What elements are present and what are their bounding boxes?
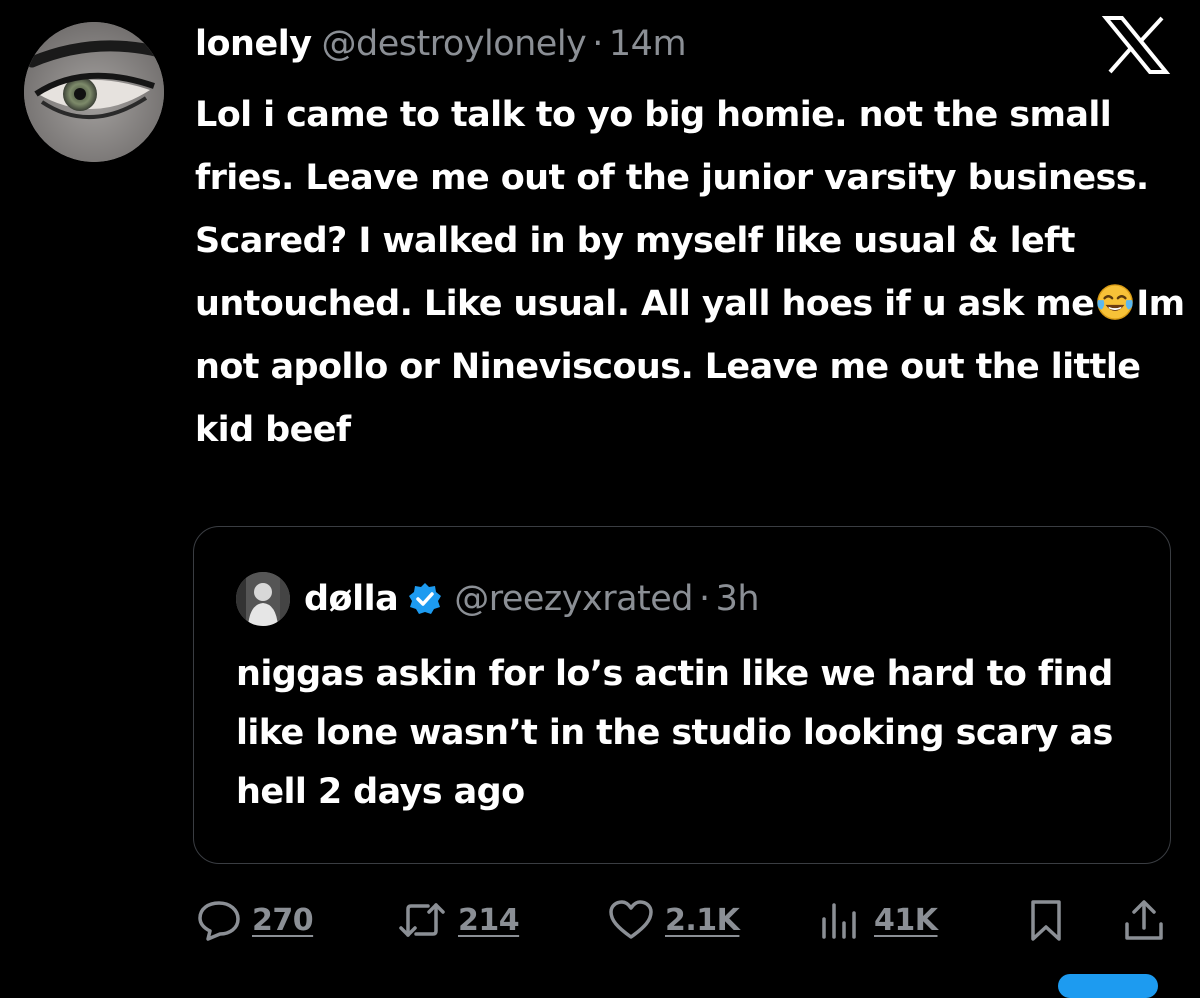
author-handle[interactable]: @destroylonely	[322, 24, 587, 64]
bar-chart-icon	[822, 903, 856, 939]
post-timestamp[interactable]: 14m	[609, 24, 687, 64]
author-name[interactable]: lonely	[195, 24, 312, 64]
face-with-tears-of-joy-icon	[1097, 284, 1134, 320]
bookmark-icon[interactable]	[1024, 898, 1068, 942]
action-bar: 270 214 2.1K 41K	[0, 895, 1200, 945]
heart-icon	[609, 900, 653, 939]
repost-count: 214	[458, 902, 520, 938]
quoted-author-avatar	[236, 572, 290, 626]
quoted-author-name: døllа	[304, 579, 399, 619]
speech-bubble-icon	[198, 901, 240, 941]
post-text-part-1: Lol i came to talk to yo big homie. not …	[195, 95, 1149, 324]
share-upload-icon[interactable]	[1122, 898, 1166, 942]
avatar-eye-image	[24, 22, 164, 162]
quoted-post-text: niggas askin for lo’s actin like we hard…	[236, 654, 1113, 812]
repost-button[interactable]: 214	[396, 895, 520, 945]
quoted-header-separator: ·	[699, 579, 710, 619]
reply-button[interactable]: 270	[196, 895, 314, 945]
quoted-post-header: døllа @reezyxrated · 3h	[236, 571, 760, 627]
post-text: Lol i came to talk to yo big homie. not …	[195, 84, 1185, 462]
views-count: 41K	[874, 902, 938, 938]
verified-badge-icon	[409, 583, 442, 614]
quoted-post-card[interactable]: døllа @reezyxrated · 3h niggas askin for…	[193, 526, 1171, 864]
reply-count: 270	[252, 902, 314, 938]
author-avatar[interactable]	[24, 22, 164, 162]
quoted-author-handle: @reezyxrated	[454, 579, 694, 619]
views-button[interactable]: 41K	[816, 895, 938, 945]
header-separator: ·	[592, 24, 603, 64]
like-count: 2.1K	[665, 902, 740, 938]
floating-action-button[interactable]	[1058, 974, 1158, 998]
quoted-post-timestamp: 3h	[715, 579, 760, 619]
like-button[interactable]: 2.1K	[607, 895, 740, 945]
repost-arrows-icon	[399, 903, 445, 937]
post-header: lonely @destroylonely · 14m	[195, 14, 687, 74]
x-logo-icon	[1100, 14, 1172, 76]
